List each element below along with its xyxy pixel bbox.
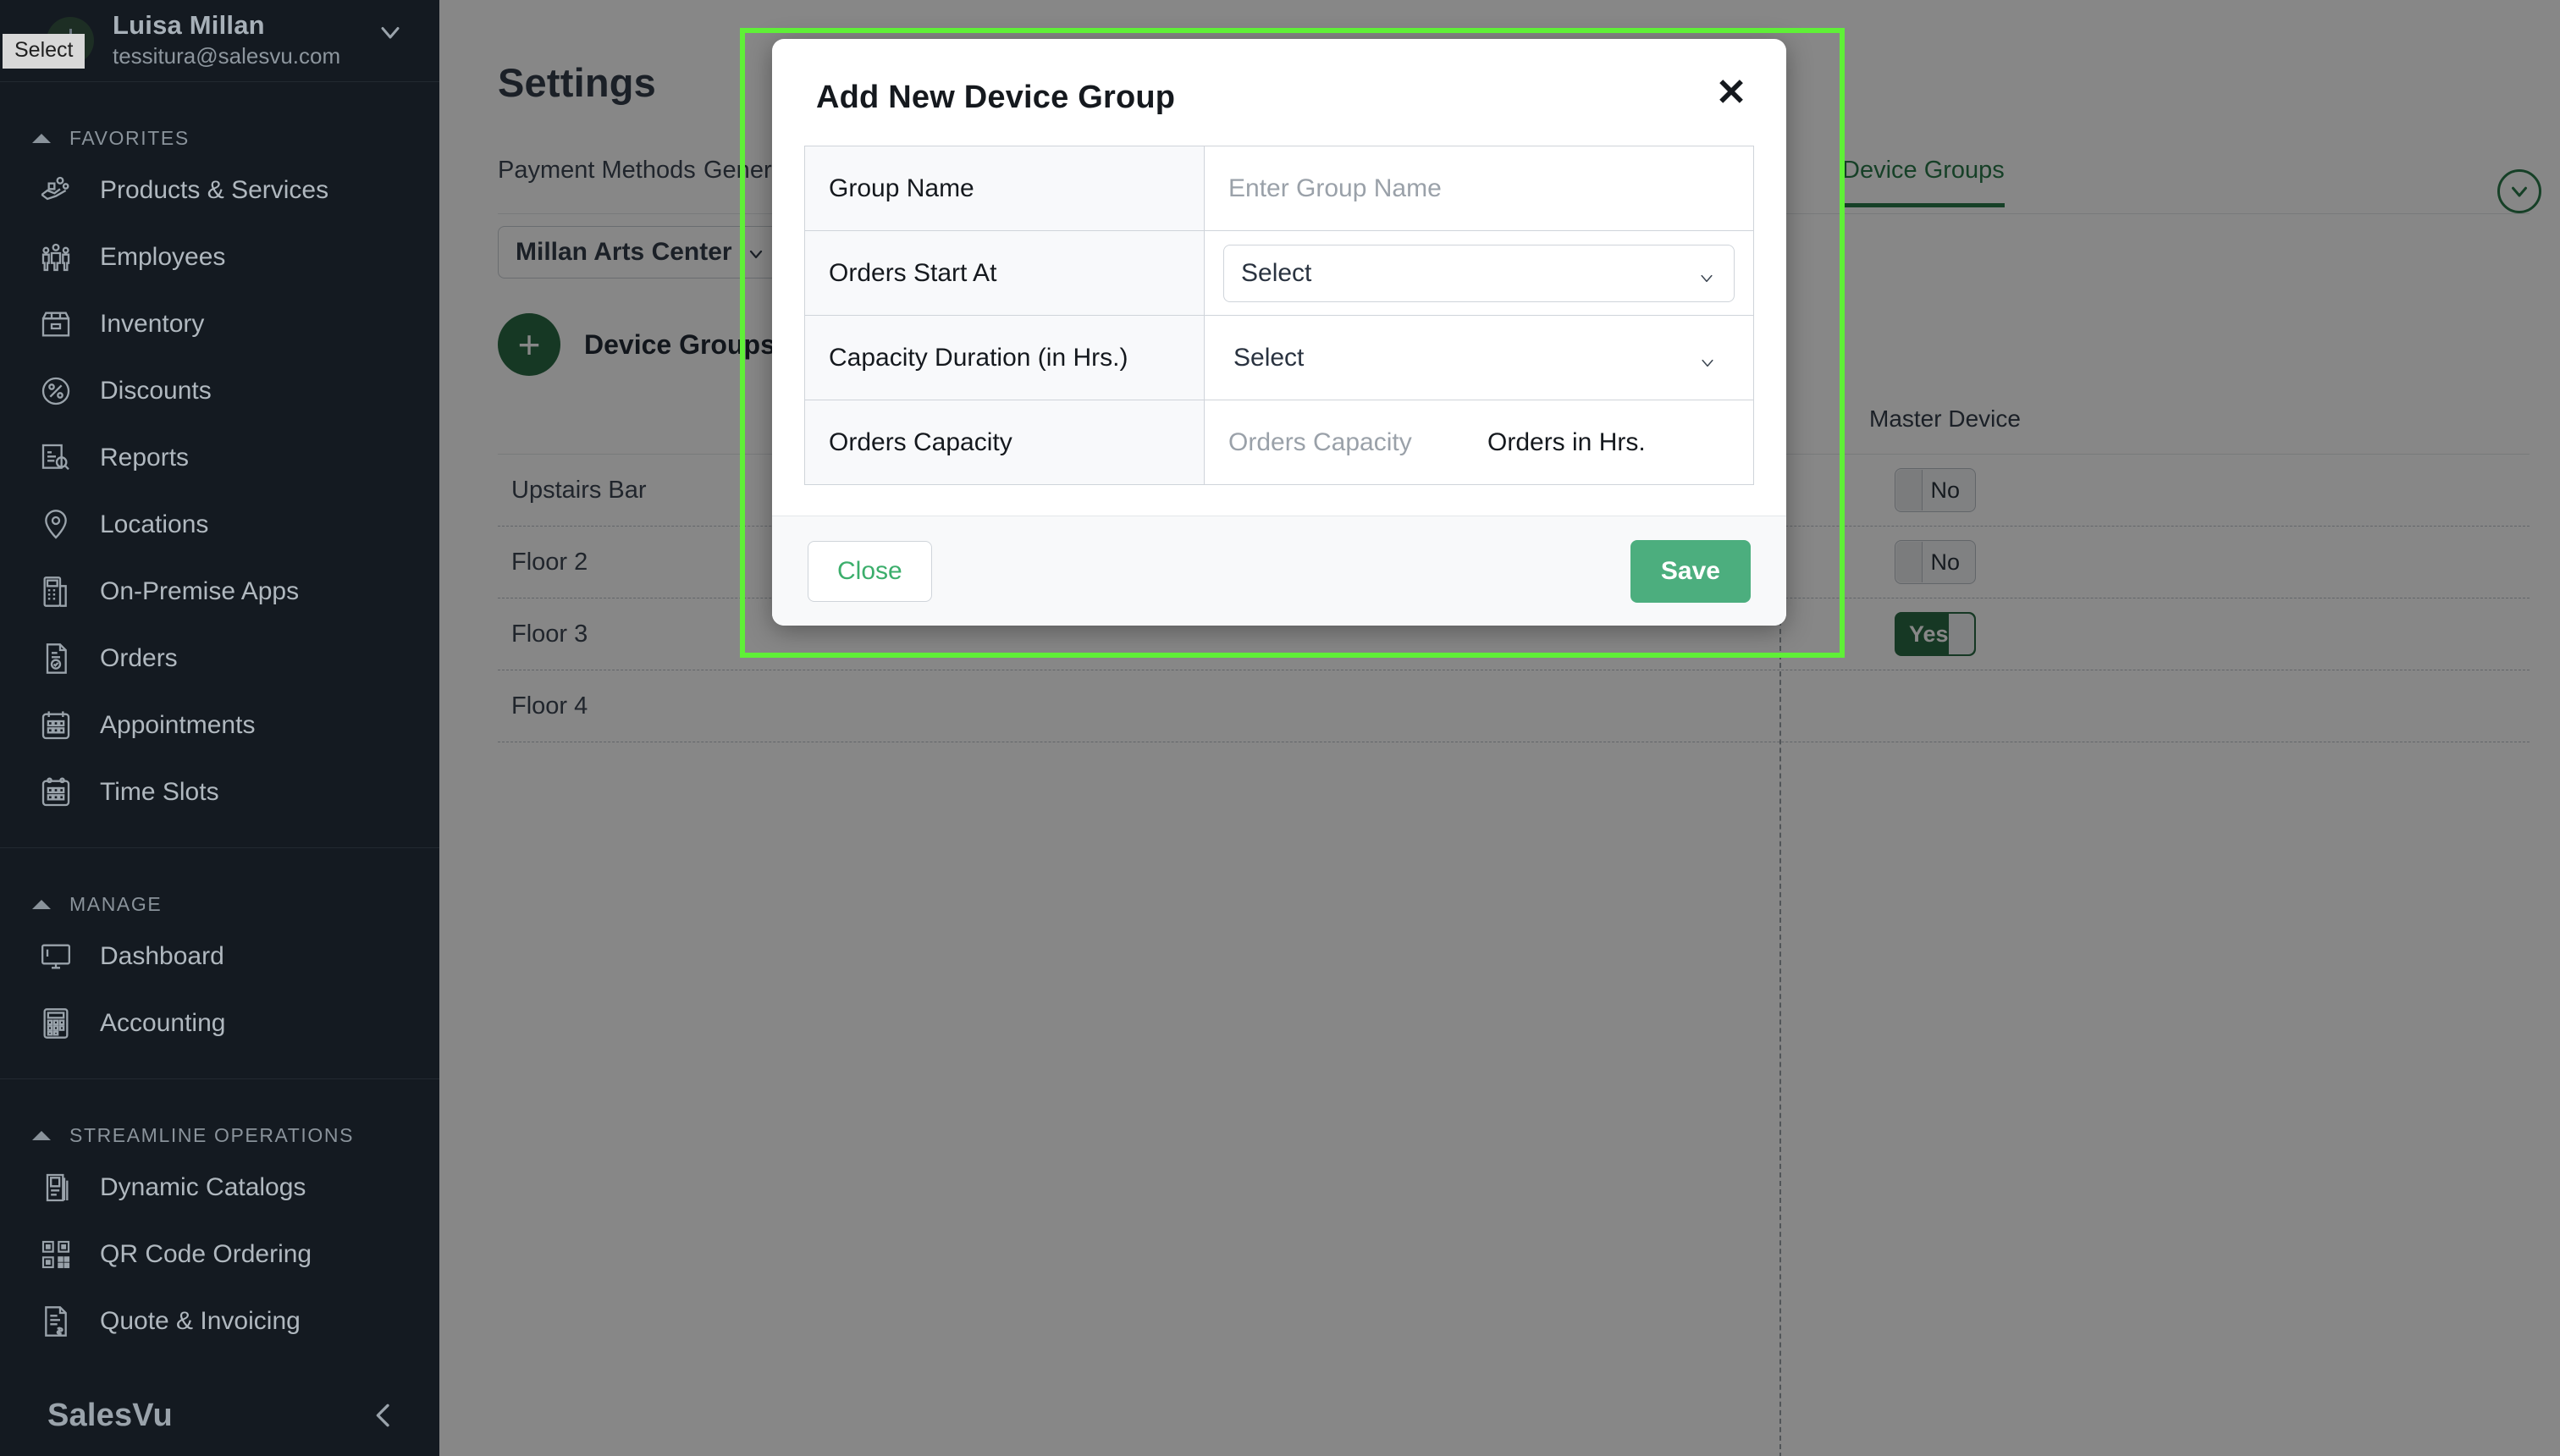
- sidebar-item-label: Appointments: [100, 710, 256, 739]
- label-capacity-duration: Capacity Duration (in Hrs.): [804, 315, 1205, 400]
- discount-percent-icon: [37, 372, 74, 410]
- sidebar-item-label: QR Code Ordering: [100, 1239, 312, 1268]
- group-name-input[interactable]: [1223, 174, 1735, 203]
- orders-start-at-value: Select: [1241, 258, 1312, 287]
- sidebar-item-time-slots[interactable]: Time Slots: [0, 758, 439, 825]
- sidebar-user-info: Luisa Millan tessitura@salesvu.com: [113, 10, 340, 71]
- sidebar-item-label: Time Slots: [100, 777, 219, 806]
- modal-header: Add New Device Group ✕: [772, 39, 1786, 146]
- modal-footer: Close Save: [772, 516, 1786, 626]
- sidebar-item-label: Dynamic Catalogs: [100, 1172, 306, 1201]
- add-device-group-modal: Add New Device Group ✕ Group Name Orders…: [772, 39, 1786, 626]
- products-services-icon: [37, 172, 74, 209]
- orders-start-at-select[interactable]: Select: [1223, 244, 1735, 302]
- employees-icon: [37, 239, 74, 276]
- orders-document-icon: [37, 640, 74, 677]
- sidebar-section-header[interactable]: STREAMLINE OPERATIONS: [0, 1117, 439, 1154]
- cell-group-name: [1204, 146, 1754, 231]
- capacity-duration-value: Select: [1233, 343, 1305, 372]
- caret-up-icon: [32, 133, 51, 143]
- qr-code-icon: [37, 1236, 74, 1273]
- sidebar-item-label: Reports: [100, 443, 190, 472]
- cell-capacity-duration: Select: [1204, 315, 1754, 400]
- sidebar-section-label: FAVORITES: [69, 126, 190, 149]
- label-orders-start-at: Orders Start At: [804, 230, 1205, 316]
- caret-up-icon: [32, 899, 51, 909]
- sidebar-item-orders[interactable]: Orders: [0, 625, 439, 692]
- form-row-orders-capacity: Orders Capacity Orders in Hrs.: [804, 400, 1754, 485]
- modal-title: Add New Device Group: [816, 80, 1176, 115]
- sidebar-item-label: Products & Services: [100, 175, 329, 204]
- capacity-duration-select[interactable]: Select: [1223, 329, 1735, 387]
- sidebar-item-employees[interactable]: Employees: [0, 223, 439, 290]
- sidebar-section-header[interactable]: MANAGE: [0, 885, 439, 923]
- sidebar-item-label: Dashboard: [100, 941, 224, 970]
- reports-magnifier-icon: [37, 439, 74, 477]
- chevron-down-icon: [1697, 350, 1718, 367]
- salesvu-logo: SalesVu: [47, 1397, 173, 1433]
- sidebar-section-manage: MANAGE Dashboard Accounting: [0, 848, 439, 1056]
- sidebar-item-label: On-Premise Apps: [100, 576, 300, 605]
- sidebar-item-label: Accounting: [100, 1008, 226, 1037]
- form-row-capacity-duration: Capacity Duration (in Hrs.) Select: [804, 315, 1754, 400]
- orders-capacity-group: Orders in Hrs.: [1223, 427, 1735, 457]
- sidebar-section-label: STREAMLINE OPERATIONS: [69, 1123, 355, 1146]
- label-orders-capacity: Orders Capacity: [804, 400, 1205, 485]
- sidebar-item-locations[interactable]: Locations: [0, 491, 439, 558]
- sidebar-item-products-services[interactable]: Products & Services: [0, 157, 439, 223]
- chevron-down-icon: [1697, 265, 1717, 282]
- sidebar-item-on-premise-apps[interactable]: On-Premise Apps: [0, 558, 439, 625]
- label-group-name: Group Name: [804, 146, 1205, 231]
- sidebar-item-label: Orders: [100, 643, 178, 672]
- calculator-icon: [37, 1005, 74, 1042]
- user-email: tessitura@salesvu.com: [113, 43, 341, 69]
- chevron-down-icon[interactable]: [375, 17, 406, 47]
- inventory-box-icon: [37, 306, 74, 343]
- sidebar-item-accounting[interactable]: Accounting: [0, 990, 439, 1056]
- orders-capacity-input[interactable]: [1223, 427, 1477, 457]
- sidebar-item-label: Inventory: [100, 309, 205, 338]
- chevron-left-icon[interactable]: [367, 1398, 400, 1432]
- sidebar-section-header[interactable]: FAVORITES: [0, 119, 439, 157]
- sidebar-item-dynamic-catalogs[interactable]: Dynamic Catalogs: [0, 1154, 439, 1221]
- sidebar-section-favorites: FAVORITES Products & Services Employees …: [0, 82, 439, 825]
- close-button[interactable]: Close: [808, 540, 932, 602]
- close-x-icon[interactable]: ✕: [1712, 74, 1751, 113]
- caret-up-icon: [32, 1130, 51, 1140]
- modal-body: Group Name Orders Start At Select: [772, 146, 1786, 485]
- calendar-icon: [37, 707, 74, 744]
- sidebar-item-label: Discounts: [100, 376, 212, 405]
- sidebar-item-discounts[interactable]: Discounts: [0, 357, 439, 424]
- sidebar-item-quote-invoicing[interactable]: Quote & Invoicing: [0, 1288, 439, 1354]
- select-tooltip-badge: Select: [3, 34, 86, 69]
- form-row-group-name: Group Name: [804, 146, 1754, 231]
- save-button[interactable]: Save: [1630, 539, 1751, 603]
- invoice-document-icon: [37, 1303, 74, 1340]
- sidebar: Luisa Millan tessitura@salesvu.com Selec…: [0, 0, 439, 1456]
- location-pin-icon: [37, 506, 74, 543]
- form-row-orders-start-at: Orders Start At Select: [804, 230, 1754, 316]
- sidebar-item-label: Quote & Invoicing: [100, 1306, 301, 1335]
- cell-orders-capacity: Orders in Hrs.: [1204, 400, 1754, 485]
- device-group-form: Group Name Orders Start At Select: [804, 146, 1754, 485]
- app-root: Luisa Millan tessitura@salesvu.com Selec…: [0, 0, 2560, 1456]
- orders-capacity-suffix: Orders in Hrs.: [1487, 427, 1646, 456]
- sidebar-item-appointments[interactable]: Appointments: [0, 692, 439, 758]
- sidebar-section-streamline-operations: STREAMLINE OPERATIONS Dynamic Catalogs Q…: [0, 1079, 439, 1354]
- sidebar-footer: SalesVu: [0, 1375, 439, 1456]
- cell-orders-start-at: Select: [1204, 230, 1754, 316]
- sidebar-item-dashboard[interactable]: Dashboard: [0, 923, 439, 990]
- monitor-icon: [37, 938, 74, 975]
- pos-terminal-icon: [37, 573, 74, 610]
- catalog-book-icon: [37, 1169, 74, 1206]
- sidebar-item-reports[interactable]: Reports: [0, 424, 439, 491]
- sidebar-item-qr-code-ordering[interactable]: QR Code Ordering: [0, 1221, 439, 1288]
- sidebar-item-inventory[interactable]: Inventory: [0, 290, 439, 357]
- sidebar-section-label: MANAGE: [69, 892, 163, 915]
- sidebar-item-label: Locations: [100, 510, 209, 538]
- user-name: Luisa Millan: [113, 9, 265, 40]
- calendar-clock-icon: [37, 774, 74, 811]
- sidebar-item-label: Employees: [100, 242, 226, 271]
